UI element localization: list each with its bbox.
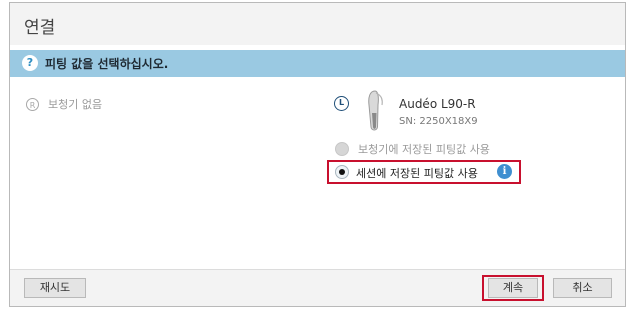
prompt-bar: ? 피팅 값을 선택하십시오. (10, 50, 625, 77)
info-icon[interactable]: i (497, 164, 512, 179)
connection-dialog: 연결 ? 피팅 값을 선택하십시오. R 보청기 없음 L Audéo L90-… (9, 2, 626, 307)
option-use-device-fitting: 보청기에 저장된 피팅값 사용 (335, 141, 490, 157)
option-device-fitting-label: 보청기에 저장된 피팅값 사용 (358, 143, 490, 156)
hearing-aid-icon (363, 89, 389, 137)
option-session-fitting-label[interactable]: 세션에 저장된 피팅값 사용 (356, 165, 478, 181)
radio-session-fitting[interactable] (335, 165, 349, 179)
prompt-text: 피팅 값을 선택하십시오. (45, 57, 169, 71)
option-use-session-fitting[interactable]: 세션에 저장된 피팅값 사용 i (327, 160, 521, 184)
right-ear-badge-icon: R (26, 97, 39, 111)
radio-selected-dot (339, 169, 345, 175)
title-bar: 연결 (10, 3, 625, 45)
continue-highlight: 계속 (482, 275, 544, 301)
question-icon: ? (22, 55, 38, 71)
dialog-title: 연결 (24, 18, 56, 38)
radio-device-fitting (335, 142, 349, 156)
cancel-button[interactable]: 취소 (553, 278, 612, 298)
continue-button[interactable]: 계속 (488, 278, 538, 298)
left-ear-badge-icon: L (334, 96, 349, 111)
dialog-footer: 재시도 계속 취소 (10, 269, 625, 306)
device-serial: SN: 2250X18X9 (399, 116, 478, 127)
no-hearing-aid-label: 보청기 없음 (48, 98, 103, 111)
retry-button[interactable]: 재시도 (24, 278, 86, 298)
right-ear-panel: R 보청기 없음 (26, 96, 102, 112)
device-name: Audéo L90-R (399, 97, 476, 111)
